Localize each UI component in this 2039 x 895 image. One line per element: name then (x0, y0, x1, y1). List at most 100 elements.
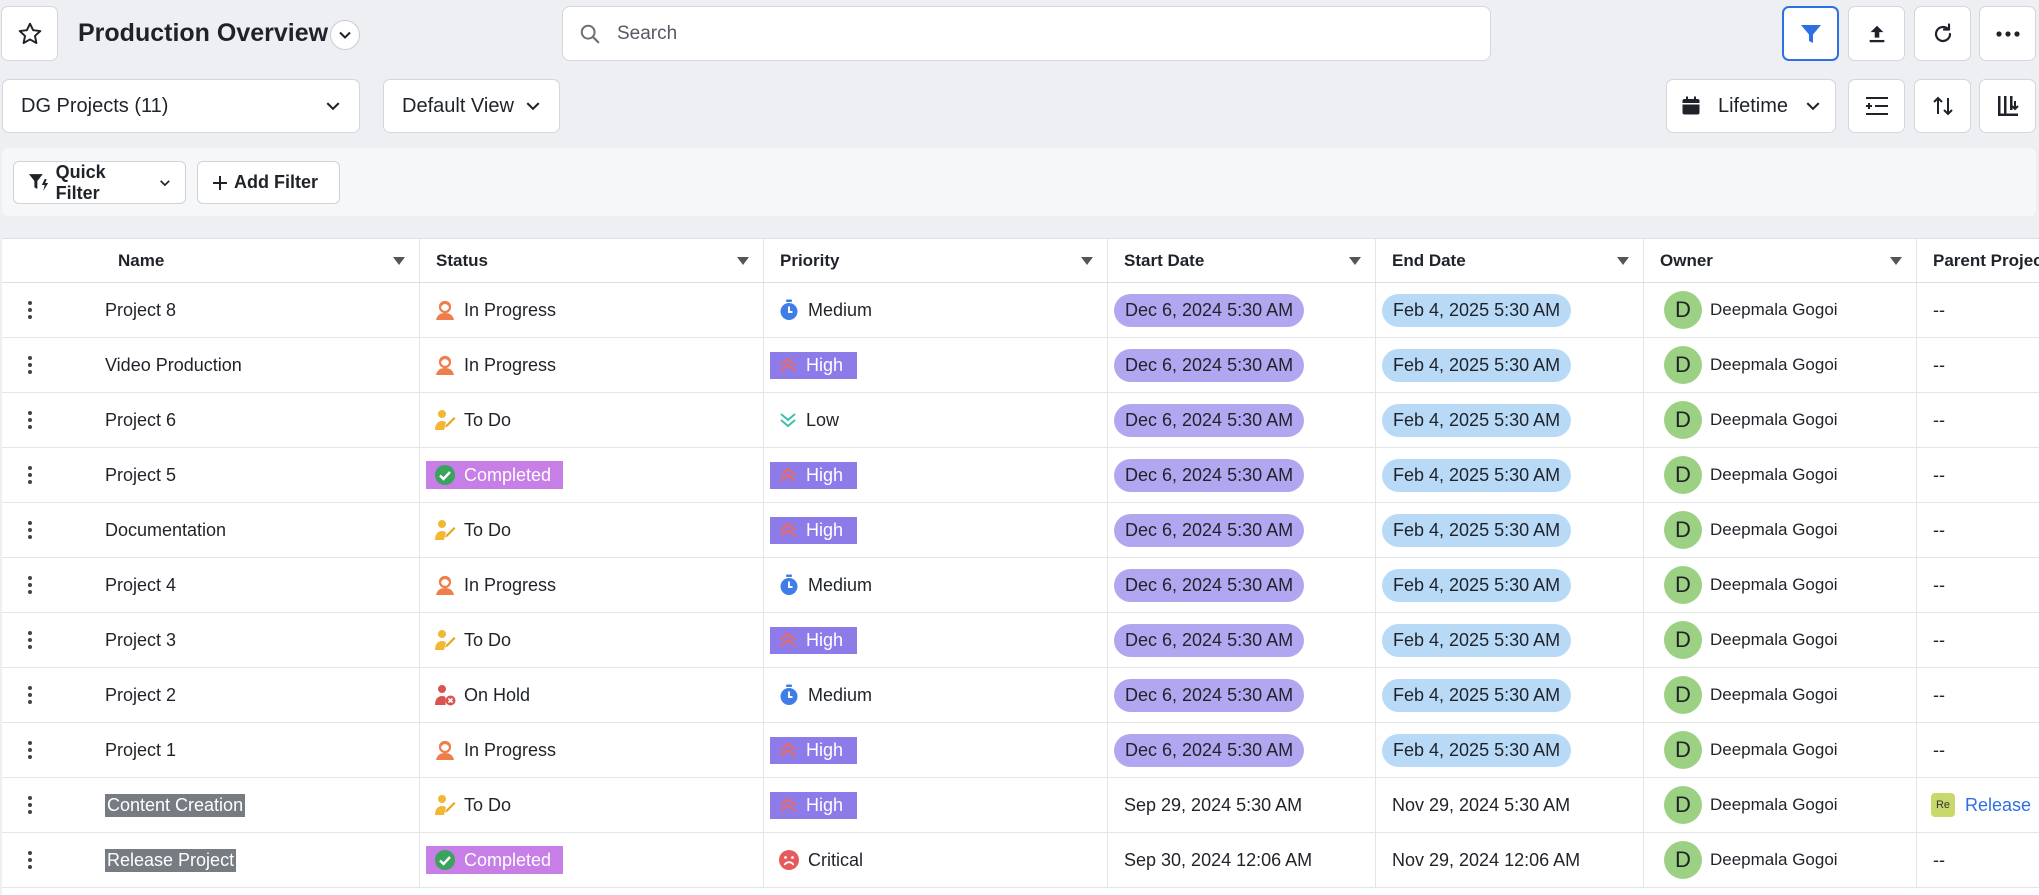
start-date-cell[interactable]: Dec 6, 2024 5:30 AM (1108, 503, 1376, 557)
owner[interactable]: D Deepmala Gogoi (1664, 401, 1838, 439)
status-badge[interactable]: In Progress (434, 299, 556, 321)
name-cell[interactable]: Project 8 (2, 283, 420, 337)
project-name[interactable]: Project 8 (105, 300, 176, 321)
parent-project-cell[interactable]: -- (1917, 283, 2039, 337)
name-cell[interactable]: Project 1 (2, 723, 420, 777)
project-name[interactable]: Video Production (105, 355, 242, 376)
column-header-start-date[interactable]: Start Date (1108, 239, 1376, 282)
status-cell[interactable]: Completed (420, 833, 764, 887)
row-menu-icon[interactable] (28, 411, 32, 429)
priority-badge[interactable]: High (770, 791, 858, 819)
parent-project-link[interactable]: Re Release (1931, 793, 2031, 817)
name-cell[interactable]: Project 5 (2, 448, 420, 502)
parent-project-cell[interactable]: -- (1917, 448, 2039, 502)
favorite-button[interactable] (1, 6, 58, 61)
row-menu-icon[interactable] (28, 741, 32, 759)
row-menu-icon[interactable] (28, 796, 32, 814)
status-cell[interactable]: On Hold (420, 668, 764, 722)
owner-cell[interactable]: D Deepmala Gogoi (1644, 393, 1917, 447)
density-button[interactable] (1848, 79, 1905, 133)
owner-cell[interactable]: D Deepmala Gogoi (1644, 448, 1917, 502)
status-badge[interactable]: To Do (434, 519, 511, 541)
owner-cell[interactable]: D Deepmala Gogoi (1644, 503, 1917, 557)
owner[interactable]: D Deepmala Gogoi (1664, 566, 1838, 604)
priority-cell[interactable]: Medium (764, 558, 1108, 612)
end-date-cell[interactable]: Feb 4, 2025 5:30 AM (1376, 558, 1644, 612)
table-row[interactable]: Release Project Completed Critical Sep 3… (2, 833, 2039, 888)
owner-cell[interactable]: D Deepmala Gogoi (1644, 613, 1917, 667)
end-date-cell[interactable]: Feb 4, 2025 5:30 AM (1376, 723, 1644, 777)
export-button[interactable] (1848, 6, 1905, 61)
priority-cell[interactable]: Low (764, 393, 1108, 447)
project-name[interactable]: Project 6 (105, 410, 176, 431)
table-row[interactable]: Project 5 Completed High Dec 6, 2024 5:3… (2, 448, 2039, 503)
project-name[interactable]: Project 2 (105, 685, 176, 706)
owner-cell[interactable]: D Deepmala Gogoi (1644, 338, 1917, 392)
column-header-owner[interactable]: Owner (1644, 239, 1917, 282)
start-date-cell[interactable]: Dec 6, 2024 5:30 AM (1108, 668, 1376, 722)
parent-project-cell[interactable]: -- (1917, 503, 2039, 557)
name-cell[interactable]: Content Creation (2, 778, 420, 832)
priority-badge[interactable]: Medium (778, 574, 872, 596)
column-header-priority[interactable]: Priority (764, 239, 1108, 282)
view-selector[interactable]: Default View (383, 79, 560, 133)
status-badge[interactable]: Completed (426, 846, 564, 874)
priority-cell[interactable]: Medium (764, 668, 1108, 722)
table-row[interactable]: Video Production In Progress High Dec 6,… (2, 338, 2039, 393)
refresh-button[interactable] (1914, 6, 1971, 61)
filter-button[interactable] (1782, 6, 1839, 61)
status-cell[interactable]: To Do (420, 613, 764, 667)
search-box[interactable] (562, 6, 1491, 61)
status-badge[interactable]: In Progress (434, 739, 556, 761)
parent-project-cell[interactable]: -- (1917, 613, 2039, 667)
sort-caret-icon[interactable] (737, 256, 749, 265)
end-date-cell[interactable]: Feb 4, 2025 5:30 AM (1376, 613, 1644, 667)
table-row[interactable]: Content Creation To Do High Sep 29, 2024… (2, 778, 2039, 833)
table-row[interactable]: Project 6 To Do Low Dec 6, 2024 5:30 AM … (2, 393, 2039, 448)
start-date-cell[interactable]: Dec 6, 2024 5:30 AM (1108, 723, 1376, 777)
project-name[interactable]: Project 3 (105, 630, 176, 651)
priority-cell[interactable]: High (764, 723, 1108, 777)
project-name[interactable]: Project 1 (105, 740, 176, 761)
owner[interactable]: D Deepmala Gogoi (1664, 621, 1838, 659)
parent-project-cell[interactable]: -- (1917, 723, 2039, 777)
owner-cell[interactable]: D Deepmala Gogoi (1644, 723, 1917, 777)
status-cell[interactable]: To Do (420, 393, 764, 447)
owner-cell[interactable]: D Deepmala Gogoi (1644, 778, 1917, 832)
sort-button[interactable] (1914, 79, 1971, 133)
table-row[interactable]: Project 8 In Progress Medium Dec 6, 2024… (2, 283, 2039, 338)
end-date-cell[interactable]: Feb 4, 2025 5:30 AM (1376, 283, 1644, 337)
priority-badge[interactable]: High (770, 351, 858, 379)
end-date-cell[interactable]: Feb 4, 2025 5:30 AM (1376, 338, 1644, 392)
row-menu-icon[interactable] (28, 356, 32, 374)
priority-cell[interactable]: High (764, 503, 1108, 557)
name-cell[interactable]: Release Project (2, 833, 420, 887)
parent-project-cell[interactable]: -- (1917, 338, 2039, 392)
status-badge[interactable]: To Do (434, 409, 511, 431)
sort-caret-icon[interactable] (1081, 256, 1093, 265)
status-badge[interactable]: In Progress (434, 574, 556, 596)
start-date-cell[interactable]: Dec 6, 2024 5:30 AM (1108, 338, 1376, 392)
priority-badge[interactable]: High (770, 516, 858, 544)
parent-project-cell[interactable]: -- (1917, 833, 2039, 887)
name-cell[interactable]: Video Production (2, 338, 420, 392)
row-menu-icon[interactable] (28, 466, 32, 484)
priority-badge[interactable]: Critical (778, 849, 863, 871)
project-name[interactable]: Documentation (105, 520, 226, 541)
row-menu-icon[interactable] (28, 631, 32, 649)
priority-cell[interactable]: High (764, 778, 1108, 832)
owner[interactable]: D Deepmala Gogoi (1664, 676, 1838, 714)
owner[interactable]: D Deepmala Gogoi (1664, 841, 1838, 879)
column-header-status[interactable]: Status (420, 239, 764, 282)
sort-caret-icon[interactable] (393, 256, 405, 265)
end-date-cell[interactable]: Nov 29, 2024 5:30 AM (1376, 778, 1644, 832)
sort-caret-icon[interactable] (1617, 256, 1629, 265)
quick-filter-button[interactable]: Quick Filter (13, 161, 186, 204)
status-badge[interactable]: To Do (434, 794, 511, 816)
status-badge[interactable]: Completed (426, 461, 564, 489)
table-row[interactable]: Project 4 In Progress Medium Dec 6, 2024… (2, 558, 2039, 613)
start-date-cell[interactable]: Dec 6, 2024 5:30 AM (1108, 448, 1376, 502)
table-row[interactable]: Project 1 In Progress High Dec 6, 2024 5… (2, 723, 2039, 778)
priority-cell[interactable]: High (764, 613, 1108, 667)
name-cell[interactable]: Project 6 (2, 393, 420, 447)
